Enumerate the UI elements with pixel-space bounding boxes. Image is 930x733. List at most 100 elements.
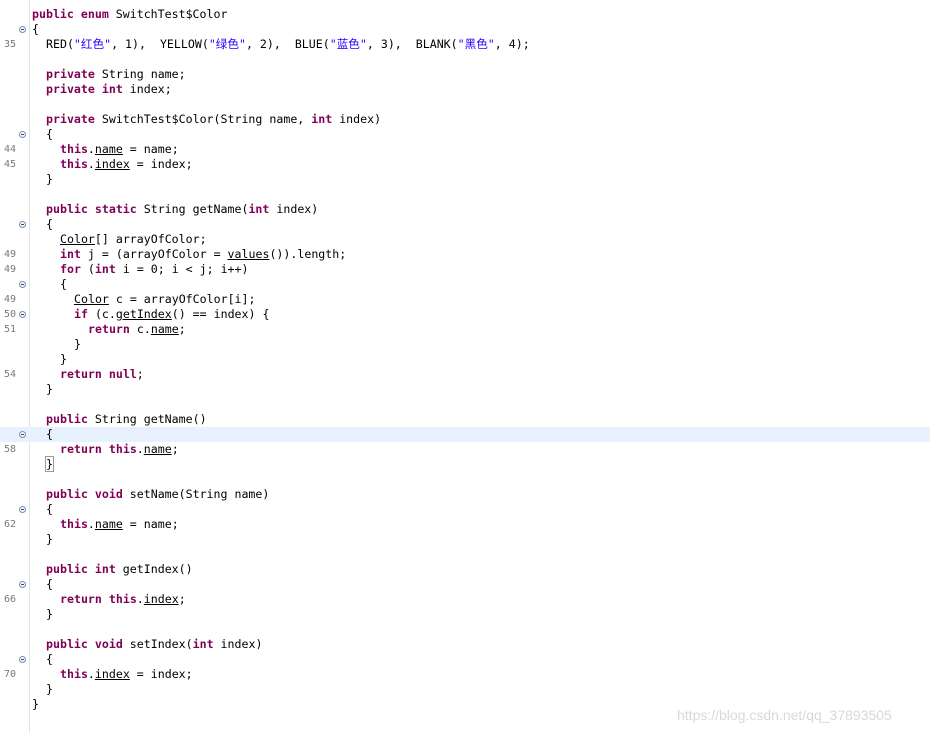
code-line[interactable]: } [0,382,930,397]
code-text: RED("红色", 1), YELLOW("绿色", 2), BLUE("蓝色"… [46,37,530,51]
code-text: public static String getName(int index) [46,202,319,216]
collapse-icon[interactable] [19,311,26,318]
code-line[interactable]: 58 return this.name; [0,442,930,457]
line-number [4,382,17,397]
code-text: this.name = name; [60,142,179,156]
code-text: } [46,532,53,546]
collapse-icon[interactable] [19,131,26,138]
code-text: int j = (arrayOfColor = values()).length… [60,247,347,261]
line-number [4,412,17,427]
code-line[interactable]: Color[] arrayOfColor; [0,232,930,247]
code-line[interactable]: 62 this.name = name; [0,517,930,532]
code-line[interactable]: } [0,607,930,622]
code-text: { [60,277,67,291]
line-number [4,637,17,652]
code-text: public int getIndex() [46,562,193,576]
code-text: } [45,456,54,472]
code-text: } [32,697,39,711]
code-text: { [46,577,53,591]
code-line[interactable]: } [0,172,930,187]
code-line[interactable]: { [0,502,930,517]
code-line[interactable]: 49 int j = (arrayOfColor = values()).leng… [0,247,930,262]
code-line[interactable]: 35 RED("红色", 1), YELLOW("绿色", 2), BLUE("蓝… [0,37,930,52]
code-line[interactable]: { [0,22,930,37]
code-line[interactable]: } [0,337,930,352]
line-number [4,202,17,217]
line-number: 35 [4,39,17,50]
code-line[interactable]: 54 return null; [0,367,930,382]
line-number [4,532,17,547]
collapse-icon[interactable] [19,221,26,228]
code-text: { [46,427,53,441]
code-line[interactable]: { [0,217,930,232]
code-text: } [46,682,53,696]
code-text: public void setIndex(int index) [46,637,263,651]
code-line[interactable]: } [0,352,930,367]
line-number [4,682,17,697]
line-number [4,607,17,622]
collapse-icon[interactable] [19,506,26,513]
code-line[interactable]: } [0,456,930,472]
code-line[interactable]: } [0,532,930,547]
code-text: } [46,172,53,186]
line-number [4,652,17,667]
line-number [4,427,17,442]
line-number: 62 [4,519,17,530]
code-text: { [46,502,53,516]
line-number [4,22,17,37]
collapse-icon[interactable] [19,431,26,438]
watermark: https://blog.csdn.net/qq_37893505 [677,707,892,723]
code-line[interactable]: { [0,277,930,292]
code-line[interactable]: public void setName(String name) [0,487,930,502]
code-line[interactable]: 66 return this.index; [0,592,930,607]
line-number: 54 [4,369,17,380]
code-line[interactable]: private String name; [0,67,930,82]
code-line[interactable]: private SwitchTest$Color(String name, in… [0,112,930,127]
code-text: return this.index; [60,592,186,606]
code-text: public void setName(String name) [46,487,270,501]
collapse-icon[interactable] [19,26,26,33]
code-line[interactable]: 49 Color c = arrayOfColor[i]; [0,292,930,307]
code-line[interactable]: public String getName() [0,412,930,427]
code-text: return c.name; [88,322,186,336]
code-editor[interactable]: public enum SwitchTest$Color{35 RED("红色",… [0,0,930,733]
code-line[interactable]: 45 this.index = index; [0,157,930,172]
line-number [4,217,17,232]
code-line[interactable]: private int index; [0,82,930,97]
code-line[interactable]: { [0,427,930,442]
collapse-icon[interactable] [19,281,26,288]
line-number: 58 [4,444,17,455]
code-text: } [74,337,81,351]
code-line[interactable]: 50 if (c.getIndex() == index) { [0,307,930,322]
collapse-icon[interactable] [19,581,26,588]
code-line[interactable]: } [0,682,930,697]
code-line[interactable]: 51 return c.name; [0,322,930,337]
code-text: this.name = name; [60,517,179,531]
code-line[interactable]: public void setIndex(int index) [0,637,930,652]
line-number [4,502,17,517]
code-line[interactable]: 44 this.name = name; [0,142,930,157]
line-number [4,352,17,367]
collapse-icon[interactable] [19,656,26,663]
code-text: private String name; [46,67,186,81]
code-line[interactable]: { [0,127,930,142]
code-text: public String getName() [46,412,207,426]
code-line[interactable]: { [0,577,930,592]
code-line[interactable]: { [0,652,930,667]
code-text: } [46,607,53,621]
code-line[interactable]: public int getIndex() [0,562,930,577]
code-text: if (c.getIndex() == index) { [74,307,270,321]
line-number: 49 [4,264,17,275]
code-text: { [46,217,53,231]
code-text: return this.name; [60,442,179,456]
code-text: } [60,352,67,366]
line-number: 44 [4,144,17,155]
code-line[interactable]: public enum SwitchTest$Color [0,7,930,22]
code-text: } [46,382,53,396]
code-line[interactable]: 70 this.index = index; [0,667,930,682]
code-line[interactable]: public static String getName(int index) [0,202,930,217]
line-number [4,562,17,577]
code-line[interactable]: 49 for (int i = 0; i < j; i++) [0,262,930,277]
code-text: this.index = index; [60,667,193,681]
line-number [4,697,17,712]
